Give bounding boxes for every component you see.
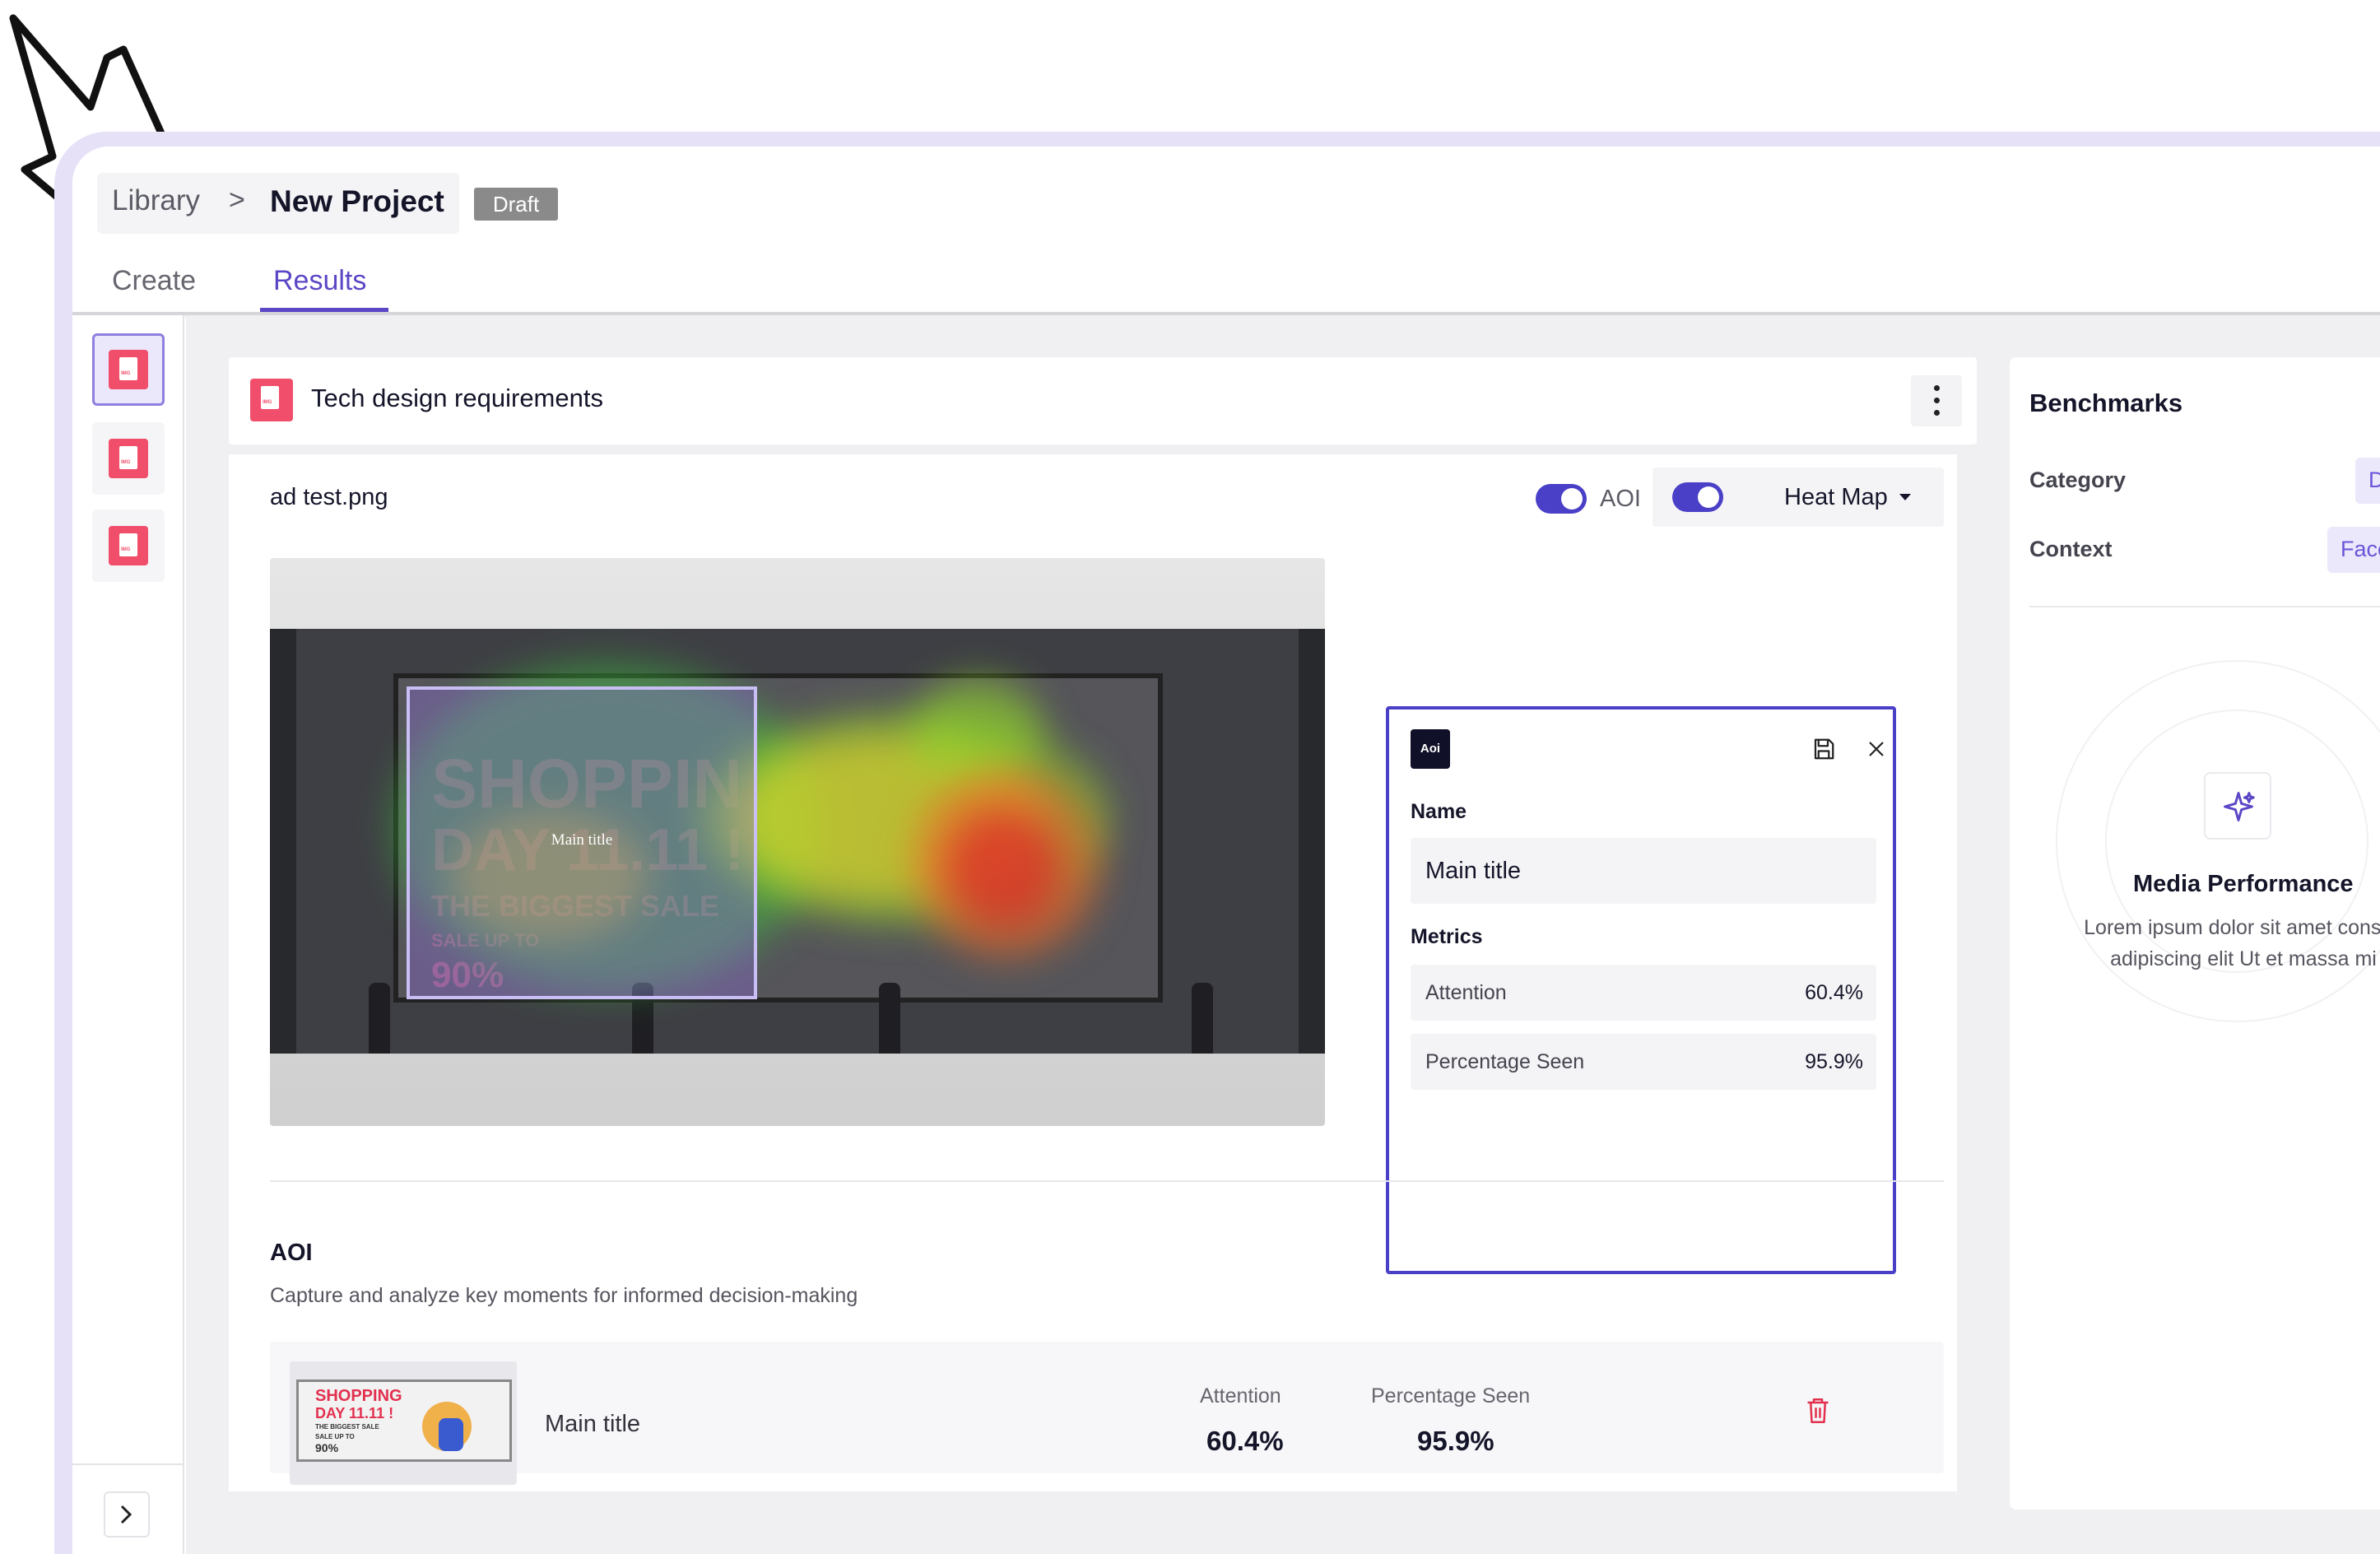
expand-sidebar-button[interactable] <box>104 1491 150 1538</box>
heat-blob-red <box>945 810 1060 925</box>
tab-create[interactable]: Create <box>112 265 196 297</box>
file-icon <box>109 350 148 389</box>
aoi-toggle-label: AOI <box>1600 486 1641 512</box>
heatmap-image[interactable]: SHOPPIN DAY 11.11 ! THE BIGGEST SALE SAL… <box>270 558 1325 1126</box>
category-label: Category <box>2029 468 2127 492</box>
wall-left <box>270 629 296 1054</box>
aoi-name-input[interactable]: Main title <box>1411 838 1876 904</box>
rail-file-1[interactable] <box>92 333 165 406</box>
benchmarks-divider <box>2029 606 2380 607</box>
name-label: Name <box>1411 800 1467 823</box>
aoi-toggle[interactable] <box>1536 484 1587 514</box>
chevron-right-icon <box>120 1505 132 1524</box>
aoi-thumbnail: SHOPPING DAY 11.11 ! THE BIGGEST SALE SA… <box>290 1361 517 1485</box>
app-window: Library > New Project Draft Create Resul… <box>72 147 2380 1554</box>
section-divider <box>270 1180 1944 1182</box>
aoi-section-subtitle: Capture and analyze key moments for info… <box>270 1284 858 1307</box>
heatmap-toggle[interactable] <box>1672 482 1723 512</box>
aoi-chip: Aoi <box>1411 729 1450 769</box>
category-select[interactable]: D <box>2355 458 2380 504</box>
metric-row-attention: Attention 60.4% <box>1411 965 1876 1021</box>
status-badge: Draft <box>474 188 558 221</box>
benchmarks-title: Benchmarks <box>2029 388 2183 417</box>
thumbnail-text-3: THE BIGGEST SALE <box>315 1423 379 1431</box>
attention-label: Attention <box>1200 1384 1281 1407</box>
billboard-photo: SHOPPIN DAY 11.11 ! THE BIGGEST SALE SAL… <box>270 629 1325 1054</box>
close-panel-button[interactable] <box>1857 729 1896 769</box>
image-filename: ad test.png <box>270 484 388 510</box>
percentage-seen-value: 95.9% <box>1417 1426 1494 1456</box>
rail-footer <box>72 1463 184 1554</box>
leg <box>369 983 390 1054</box>
delete-aoi-button[interactable] <box>1806 1396 1838 1435</box>
document-header: Tech design requirements <box>229 357 1977 444</box>
metric-value: 95.9% <box>1805 1050 1863 1073</box>
aoi-item-name: Main title <box>545 1411 641 1437</box>
results-card: ad test.png AOI Heat Map SHOPPIN DAY 11.… <box>229 454 1957 1491</box>
percentage-seen-label: Percentage Seen <box>1371 1384 1531 1407</box>
media-desc-line-1: Lorem ipsum dolor sit amet consec <box>2084 916 2380 939</box>
wall-right <box>1299 629 1325 1054</box>
tab-results[interactable]: Results <box>273 265 366 297</box>
media-desc-line-2: adipiscing elit Ut et massa mi <box>2110 947 2377 970</box>
aoi-list-item[interactable]: SHOPPING DAY 11.11 ! THE BIGGEST SALE SA… <box>270 1342 1944 1485</box>
metric-name: Percentage Seen <box>1425 1050 1585 1073</box>
thumbnail-text-2: DAY 11.11 ! <box>315 1405 394 1421</box>
aoi-region-label: Main title <box>551 831 613 849</box>
file-rail <box>72 315 184 1554</box>
kebab-dot <box>1934 410 1940 416</box>
context-select[interactable]: Face <box>2327 527 2380 573</box>
view-mode-control: Heat Map <box>1653 468 1944 527</box>
kebab-dot <box>1934 398 1940 403</box>
file-icon <box>109 439 148 478</box>
caret-down-icon <box>1899 494 1911 500</box>
trash-icon <box>1807 1398 1829 1423</box>
aoi-region[interactable]: Main title <box>407 686 757 999</box>
metrics-label: Metrics <box>1411 925 1483 948</box>
rail-file-3[interactable] <box>92 509 165 582</box>
breadcrumb-project: New Project <box>270 184 444 218</box>
rail-file-2[interactable] <box>92 422 165 495</box>
media-performance-description: Lorem ipsum dolor sit amet consec adipis… <box>2054 912 2380 975</box>
thumbnail-figure-body <box>439 1418 463 1451</box>
thumbnail-billboard: SHOPPING DAY 11.11 ! THE BIGGEST SALE SA… <box>296 1380 512 1462</box>
leg <box>879 983 900 1054</box>
benchmarks-panel: Benchmarks Category D Context Face Media… <box>2010 357 2380 1510</box>
context-label: Context <box>2029 537 2113 561</box>
kebab-menu-icon <box>1934 385 1940 391</box>
thumbnail-text-4: SALE UP TO <box>315 1433 355 1440</box>
metric-row-percentage-seen: Percentage Seen 95.9% <box>1411 1034 1876 1090</box>
thumbnail-text-1: SHOPPING <box>315 1387 402 1405</box>
metric-name: Attention <box>1425 981 1507 1004</box>
more-options-button[interactable] <box>1911 375 1962 426</box>
aoi-section-title: AOI <box>270 1240 313 1266</box>
aoi-detail-panel: Aoi Name Main title Metrics Attention 60… <box>1386 706 1896 1274</box>
document-title: Tech design requirements <box>311 384 603 412</box>
attention-value: 60.4% <box>1206 1426 1284 1456</box>
file-icon <box>250 379 293 421</box>
breadcrumb-library[interactable]: Library <box>112 184 200 217</box>
sparkle-icon <box>2224 792 2255 821</box>
save-icon <box>1814 738 1834 760</box>
thumbnail-text-5: 90% <box>315 1441 339 1454</box>
close-icon <box>1869 742 1884 756</box>
heat-blob-top <box>912 678 1044 785</box>
breadcrumb-separator: > <box>229 184 245 216</box>
metric-value: 60.4% <box>1805 981 1863 1004</box>
file-icon <box>109 526 148 565</box>
leg <box>1192 983 1213 1054</box>
media-performance-title: Media Performance <box>2133 871 2354 897</box>
view-mode-dropdown[interactable]: Heat Map <box>1784 484 1888 511</box>
save-button[interactable] <box>1804 729 1843 769</box>
media-performance-icon-box <box>2204 772 2271 840</box>
